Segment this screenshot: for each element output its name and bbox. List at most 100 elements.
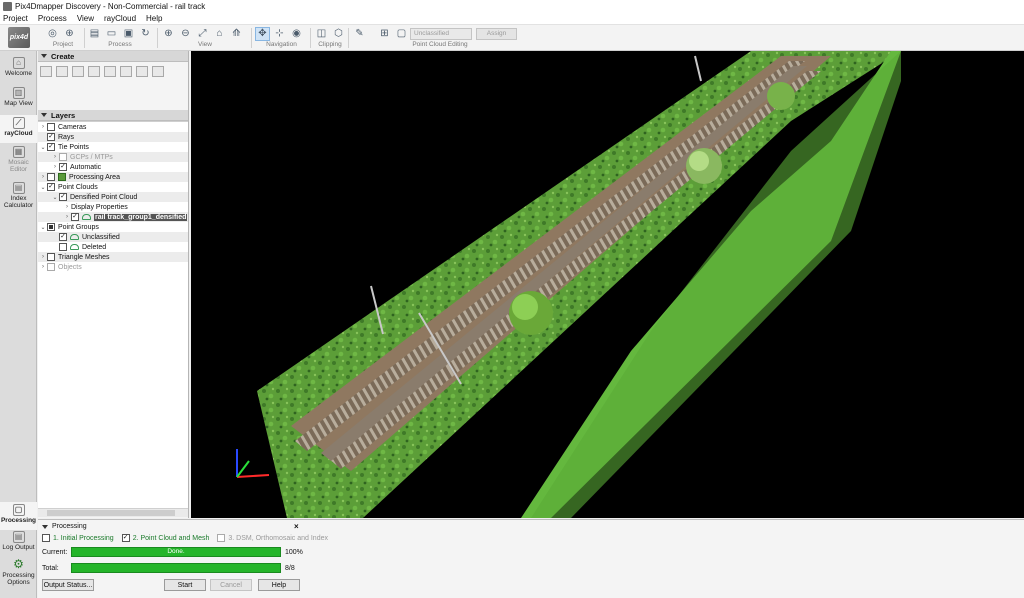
layer-checkbox[interactable] xyxy=(47,223,55,231)
reoptimize-icon[interactable]: ↻ xyxy=(138,27,153,41)
layer-checkbox[interactable] xyxy=(47,123,55,131)
new-volume-icon[interactable] xyxy=(88,65,100,77)
view-angle-icon[interactable]: ⟰ xyxy=(229,27,244,41)
step-checkbox[interactable] xyxy=(217,534,226,542)
layer-checkbox[interactable] xyxy=(47,133,55,141)
first-person-icon[interactable]: ⊹ xyxy=(272,27,287,41)
layer-densified-file[interactable]: › rail track_group1_densified xyxy=(38,212,188,222)
expand-icon[interactable]: › xyxy=(51,154,59,160)
assign-button[interactable]: Assign xyxy=(476,27,517,40)
gcp-manager-icon[interactable]: ⊕ xyxy=(62,27,77,41)
collapse-icon[interactable]: ⌄ xyxy=(39,224,47,231)
layer-checkbox[interactable] xyxy=(59,243,67,251)
layer-processing-area[interactable]: › Processing Area xyxy=(38,172,188,182)
cancel-button[interactable]: Cancel xyxy=(210,579,252,591)
view-top-icon[interactable]: ⌂ xyxy=(212,27,227,41)
layer-objects[interactable]: › Objects xyxy=(38,262,188,272)
zoom-out-icon[interactable]: ⊖ xyxy=(178,27,193,41)
collapse-icon[interactable]: ⌄ xyxy=(39,184,47,191)
side-panel: Create Layers › Cameras Rays ⌄ Tie Point… xyxy=(38,51,189,518)
layer-checkbox[interactable] xyxy=(59,193,67,201)
processing-header[interactable]: Processing xyxy=(42,523,87,530)
layer-cameras[interactable]: › Cameras xyxy=(38,122,188,132)
layer-densified-point-cloud[interactable]: ⌄ Densified Point Cloud xyxy=(38,192,188,202)
clipping-box-icon[interactable]: ◫ xyxy=(314,27,329,41)
new-grid-icon[interactable] xyxy=(136,65,148,77)
layer-point-clouds[interactable]: ⌄ Point Clouds xyxy=(38,182,188,192)
layer-checkbox[interactable] xyxy=(59,233,67,241)
properties-icon[interactable]: ◎ xyxy=(45,27,60,41)
edit-pen-icon[interactable]: ✎ xyxy=(352,27,367,41)
nav-index-calculator[interactable]: ▤ Index Calculator xyxy=(0,182,37,216)
expand-icon[interactable]: › xyxy=(39,174,47,180)
layer-deleted[interactable]: Deleted xyxy=(38,242,188,252)
layers-header[interactable]: Layers xyxy=(38,110,188,121)
new-point-icon[interactable] xyxy=(40,65,52,77)
layer-rays[interactable]: Rays xyxy=(38,132,188,142)
menu-help[interactable]: Help xyxy=(146,14,162,23)
nav-mosaic-editor[interactable]: ▦ Mosaic Editor xyxy=(0,146,37,178)
nav-processing-options[interactable]: ⚙ Processing Options xyxy=(0,558,37,595)
output-status-button[interactable]: Output Status... xyxy=(42,579,94,591)
create-header[interactable]: Create xyxy=(38,51,188,62)
report-icon[interactable]: ▤ xyxy=(87,27,102,41)
trackball-icon[interactable]: ✥ xyxy=(255,26,270,41)
layer-gcps[interactable]: › GCPs / MTPs xyxy=(38,152,188,162)
collapse-icon[interactable]: ⌄ xyxy=(39,144,47,151)
layer-tie-points[interactable]: ⌄ Tie Points xyxy=(38,142,188,152)
expand-icon[interactable]: › xyxy=(39,254,47,260)
eye-icon[interactable]: ◉ xyxy=(289,27,304,41)
expand-icon[interactable]: › xyxy=(51,164,59,170)
zoom-fit-icon[interactable]: ⤢ xyxy=(195,27,210,41)
layer-triangle-meshes[interactable]: › Triangle Meshes xyxy=(38,252,188,262)
layer-display-properties[interactable]: › Display Properties xyxy=(38,202,188,212)
nav-map-view[interactable]: ▥ Map View xyxy=(0,87,37,113)
expand-icon[interactable]: › xyxy=(63,204,71,210)
zoom-in-icon[interactable]: ⊕ xyxy=(161,27,176,41)
scrollbar-thumb[interactable] xyxy=(47,510,175,516)
select-rect-icon[interactable]: ▢ xyxy=(394,27,409,41)
nav-raycloud[interactable]: ⟋ rayCloud xyxy=(0,115,37,143)
step-checkbox[interactable] xyxy=(121,534,130,542)
new-orientation-icon[interactable] xyxy=(120,65,132,77)
step-point-cloud-mesh[interactable]: 2. Point Cloud and Mesh xyxy=(121,534,209,542)
results-icon[interactable]: ▣ xyxy=(121,27,136,41)
layer-unclassified[interactable]: Unclassified xyxy=(38,232,188,242)
layer-point-groups[interactable]: ⌄ Point Groups xyxy=(38,222,188,232)
layer-checkbox[interactable] xyxy=(47,143,55,151)
3d-viewport[interactable] xyxy=(191,51,1024,518)
nav-welcome[interactable]: ⌂ Welcome xyxy=(0,57,37,85)
menu-project[interactable]: Project xyxy=(3,14,28,23)
step-dsm-ortho[interactable]: 3. DSM, Orthomosaic and Index xyxy=(217,534,328,542)
menu-raycloud[interactable]: rayCloud xyxy=(104,14,136,23)
expand-icon[interactable]: › xyxy=(39,124,47,130)
expand-icon[interactable]: › xyxy=(39,264,47,270)
step-initial-processing[interactable]: 1. Initial Processing xyxy=(42,534,114,542)
expand-icon[interactable]: › xyxy=(63,214,71,220)
layer-automatic[interactable]: › Automatic xyxy=(38,162,188,172)
layer-checkbox[interactable] xyxy=(47,173,55,181)
menu-view[interactable]: View xyxy=(77,14,94,23)
menu-process[interactable]: Process xyxy=(38,14,67,23)
close-icon[interactable]: × xyxy=(294,522,299,531)
layer-checkbox[interactable] xyxy=(47,253,55,261)
step-checkbox[interactable] xyxy=(42,534,50,542)
new-surface-icon[interactable] xyxy=(72,65,84,77)
layers-scrollbar[interactable] xyxy=(38,508,188,517)
help-button[interactable]: Help xyxy=(258,579,300,591)
nav-processing[interactable]: ▢ Processing xyxy=(0,502,37,530)
layer-checkbox[interactable] xyxy=(47,183,55,191)
layer-checkbox[interactable] xyxy=(59,163,67,171)
clipping-cube-icon[interactable]: ⬡ xyxy=(331,27,346,41)
folder-icon[interactable]: ▭ xyxy=(104,27,119,41)
new-polyline-icon[interactable] xyxy=(56,65,68,77)
collapse-icon[interactable]: ⌄ xyxy=(51,194,59,201)
select-plus-icon[interactable]: ⊞ xyxy=(377,27,392,41)
new-mesh-icon[interactable] xyxy=(152,65,164,77)
class-combo[interactable]: Unclassified xyxy=(410,27,472,40)
point-cloud-render[interactable] xyxy=(191,51,1024,518)
new-scale-icon[interactable] xyxy=(104,65,116,77)
start-button[interactable]: Start xyxy=(164,579,206,591)
layer-checkbox[interactable] xyxy=(71,213,79,221)
nav-log-output[interactable]: ▤ Log Output xyxy=(0,531,37,557)
